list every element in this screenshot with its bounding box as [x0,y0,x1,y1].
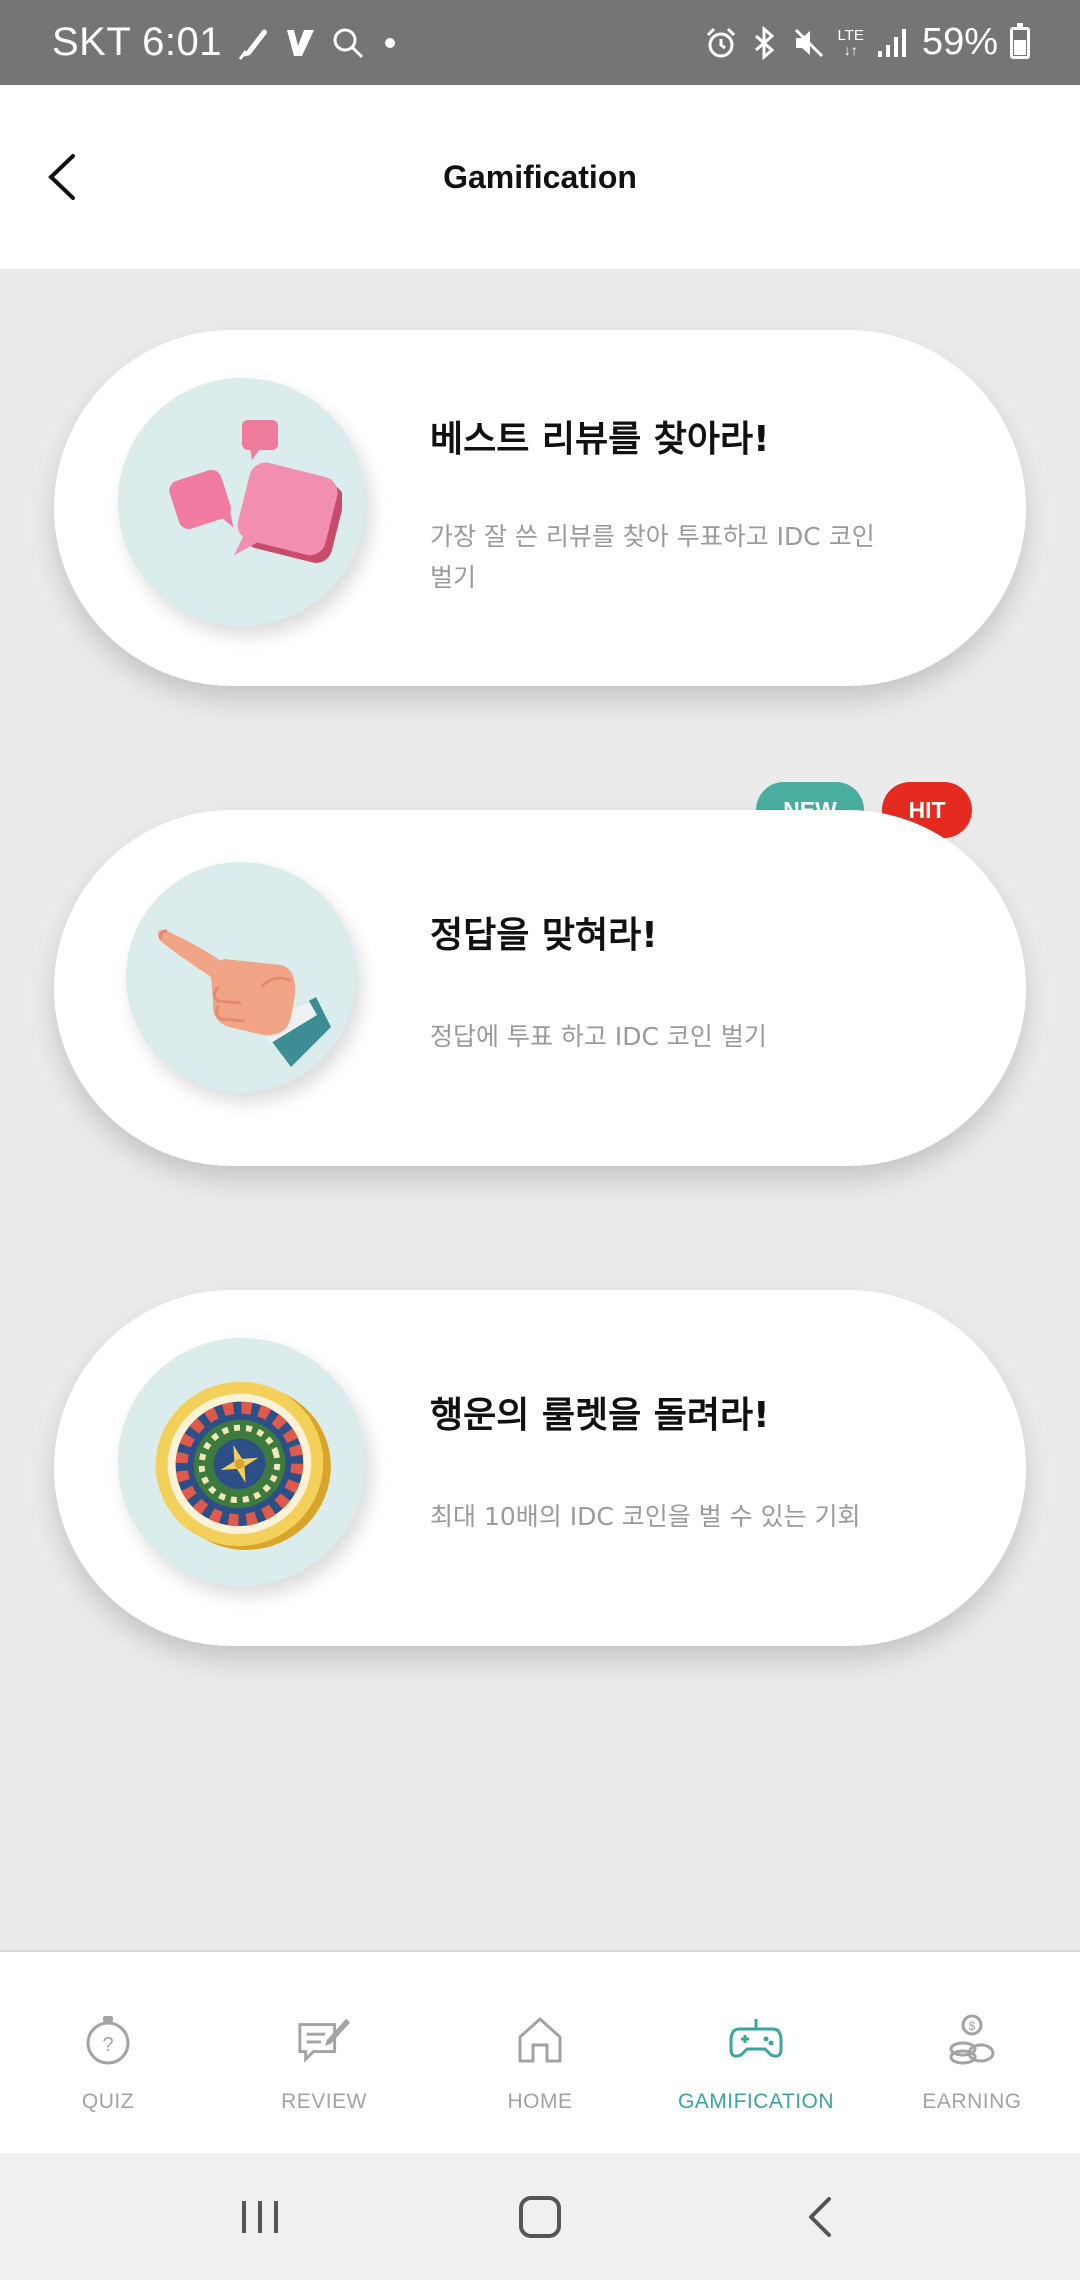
dot-icon [378,31,402,55]
svg-text:$: $ [969,2019,976,2033]
roulette-icon [118,1338,366,1586]
pointing-hand-icon [126,862,356,1092]
system-back-button[interactable] [775,2177,865,2257]
lte-icon: LTE ↓↑ [837,26,864,58]
nav-label: GAMIFICATION [677,2090,835,2113]
review-icon [296,2012,352,2068]
card-best-review[interactable]: 베스트 리뷰를 찾아라! 가장 잘 쓴 리뷰를 찾아 투표하고 IDC 코인 벌… [54,330,1026,686]
card-title: 베스트 리뷰를 찾아라! [430,419,770,460]
recent-apps-button[interactable] [215,2177,305,2257]
search-icon [332,27,364,59]
back-button[interactable] [30,137,94,217]
nav-item-home[interactable]: HOME [432,1952,648,2153]
lte-label: LTE [837,26,864,44]
card-title: 행운의 룰렛을 돌려라! [430,1395,770,1436]
card-description: 최대 10배의 IDC 코인을 벌 수 있는 기회 [430,1502,861,1531]
home-square-icon [519,2195,561,2238]
coins-icon: $ [944,2012,1000,2068]
home-icon [512,2012,568,2068]
status-bar: SKT 6:01 LTE ↓↑ 59% [0,0,1080,85]
card-description: 정답에 투표 하고 IDC 코인 벌기 [430,1022,767,1051]
battery-percent: 59% [921,21,998,63]
nav-label: HOME [507,2090,573,2113]
system-nav-bar [0,2153,1080,2280]
card-guess-answer[interactable]: 정답을 맞혀라! 정답에 투표 하고 IDC 코인 벌기 [54,810,1026,1166]
bluetooth-icon [750,25,780,60]
alarm-icon [704,26,738,60]
nav-label: REVIEW [281,2090,367,2113]
stopwatch-icon: ? [80,2012,136,2068]
vs-icon [284,26,318,60]
system-home-button[interactable] [495,2177,585,2257]
page-title: Gamification [443,158,637,195]
signal-icon [876,27,910,59]
feather-icon [236,25,270,61]
mute-icon [792,26,826,60]
nav-item-quiz[interactable]: ? QUIZ [0,1952,216,2153]
bottom-nav: ? QUIZ REVIEW HOME GAMIFICATION $ EARNIN… [0,1950,1080,2153]
card-lucky-roulette[interactable]: 행운의 룰렛을 돌려라! 최대 10배의 IDC 코인을 벌 수 있는 기회 [54,1290,1026,1646]
recent-apps-icon [242,2200,278,2233]
app-header: Gamification [0,85,1080,269]
status-right: LTE ↓↑ 59% [704,21,1030,64]
nav-item-earning[interactable]: $ EARNING [864,1952,1080,2153]
speech-bubbles-icon [118,378,366,626]
card-description: 가장 잘 쓴 리뷰를 찾아 투표하고 IDC 코인 벌기 [430,522,875,592]
nav-label: EARNING [922,2090,1022,2113]
gamepad-icon [728,2012,784,2068]
card-title: 정답을 맞혀라! [430,915,658,956]
nav-item-review[interactable]: REVIEW [216,1952,432,2153]
nav-label: QUIZ [81,2090,135,2113]
svg-text:?: ? [102,2034,113,2056]
battery-icon [1010,22,1030,59]
back-icon [809,2196,831,2237]
nav-item-gamification[interactable]: GAMIFICATION [648,1952,864,2153]
chevron-left-icon [48,154,75,200]
status-left: SKT 6:01 [52,20,402,65]
carrier-time: SKT 6:01 [52,20,223,64]
